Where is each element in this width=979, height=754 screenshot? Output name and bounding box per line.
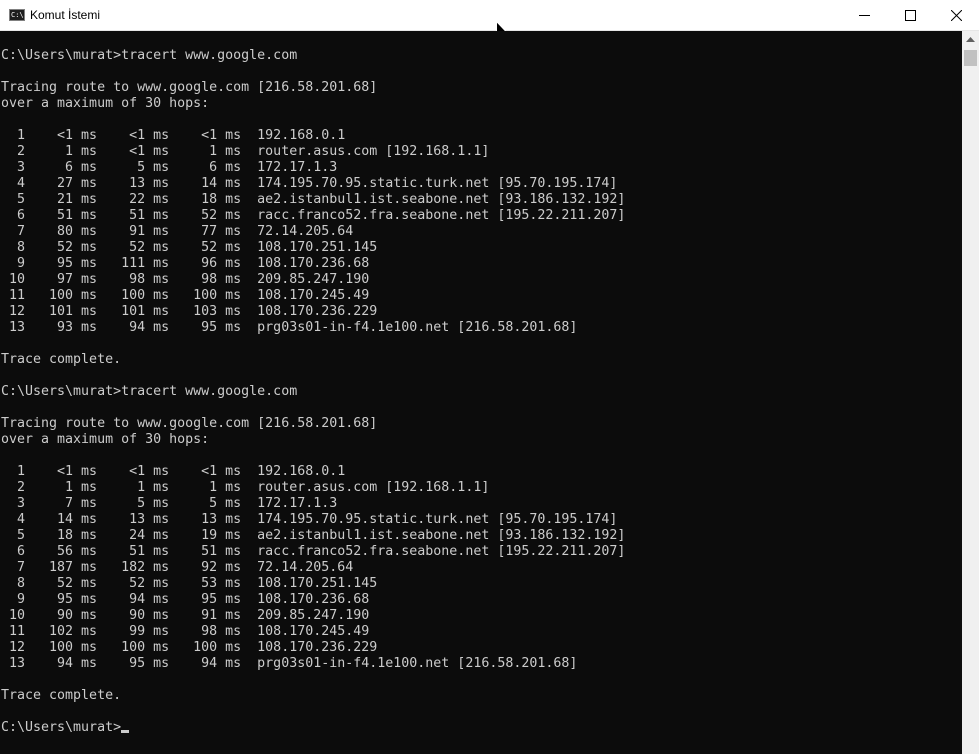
console-line: 5 21 ms 22 ms 18 ms ae2.istanbul1.ist.se… xyxy=(1,192,626,207)
console-line: 5 18 ms 24 ms 19 ms ae2.istanbul1.ist.se… xyxy=(1,528,626,543)
console-line: 4 27 ms 13 ms 14 ms 174.195.70.95.static… xyxy=(1,176,618,191)
console-text: C:\Users\murat>tracert www.google.com Tr… xyxy=(1,48,625,736)
console-line: 7 187 ms 182 ms 92 ms 72.14.205.64 xyxy=(1,560,354,575)
window-title: Komut İstemi xyxy=(30,8,101,22)
console-line: 12 100 ms 100 ms 100 ms 108.170.236.229 xyxy=(1,640,378,655)
console-line: 1 <1 ms <1 ms <1 ms 192.168.0.1 xyxy=(1,464,346,479)
console-line: over a maximum of 30 hops: xyxy=(1,432,210,447)
console-line: 6 51 ms 51 ms 52 ms racc.franco52.fra.se… xyxy=(1,208,626,223)
title-bar[interactable]: C:\. Komut İstemi xyxy=(0,0,979,40)
console-line: 13 93 ms 94 ms 95 ms prg03s01-in-f4.1e10… xyxy=(1,320,578,335)
console-line: Tracing route to www.google.com [216.58.… xyxy=(1,416,378,431)
console-line: 8 52 ms 52 ms 52 ms 108.170.251.145 xyxy=(1,240,378,255)
console-line: 1 <1 ms <1 ms <1 ms 192.168.0.1 xyxy=(1,128,346,143)
console-line: 4 14 ms 13 ms 13 ms 174.195.70.95.static… xyxy=(1,512,618,527)
console-line: 10 90 ms 90 ms 91 ms 209.85.247.190 xyxy=(1,608,370,623)
console-line: 8 52 ms 52 ms 53 ms 108.170.251.145 xyxy=(1,576,378,591)
console-line: 2 1 ms <1 ms 1 ms router.asus.com [192.1… xyxy=(1,144,490,159)
vertical-scrollbar[interactable] xyxy=(962,31,979,754)
close-icon xyxy=(951,10,962,21)
scroll-up-button[interactable] xyxy=(962,31,979,48)
text-caret xyxy=(121,730,130,733)
console-line: 11 100 ms 100 ms 100 ms 108.170.245.49 xyxy=(1,288,370,303)
current-prompt: C:\Users\murat> xyxy=(1,720,122,735)
console-line: 9 95 ms 111 ms 96 ms 108.170.236.68 xyxy=(1,256,370,271)
console-line: over a maximum of 30 hops: xyxy=(1,96,210,111)
console-line: Trace complete. xyxy=(1,688,122,703)
close-button[interactable] xyxy=(933,0,979,31)
console-line: 7 80 ms 91 ms 77 ms 72.14.205.64 xyxy=(1,224,354,239)
console-output-lines: C:\Users\murat>tracert www.google.com Tr… xyxy=(1,48,625,703)
scrollbar-thumb[interactable] xyxy=(964,50,977,66)
console-line: 6 56 ms 51 ms 51 ms racc.franco52.fra.se… xyxy=(1,544,626,559)
minimize-icon xyxy=(859,15,870,16)
console-line: 10 97 ms 98 ms 98 ms 209.85.247.190 xyxy=(1,272,370,287)
console-line: Trace complete. xyxy=(1,352,122,367)
scroll-up-arrow-icon xyxy=(966,37,975,42)
console-line: C:\Users\murat>tracert www.google.com xyxy=(1,384,298,399)
console-line: 3 7 ms 5 ms 5 ms 172.17.1.3 xyxy=(1,496,338,511)
console-line: 12 101 ms 101 ms 103 ms 108.170.236.229 xyxy=(1,304,378,319)
console-line: 9 95 ms 94 ms 95 ms 108.170.236.68 xyxy=(1,592,370,607)
minimize-button[interactable] xyxy=(841,0,887,31)
console-line: 11 102 ms 99 ms 98 ms 108.170.245.49 xyxy=(1,624,370,639)
cmd-app-icon[interactable]: C:\. xyxy=(9,9,28,21)
command-prompt-window: C:\. Komut İstemi C:\Users\murat>tracert… xyxy=(0,0,979,754)
console-line: 13 94 ms 95 ms 94 ms prg03s01-in-f4.1e10… xyxy=(1,656,578,671)
console-line: C:\Users\murat>tracert www.google.com xyxy=(1,48,298,63)
maximize-icon xyxy=(905,10,916,21)
console-output-area[interactable]: C:\Users\murat>tracert www.google.com Tr… xyxy=(0,31,962,754)
maximize-button[interactable] xyxy=(887,0,933,31)
console-line: 2 1 ms 1 ms 1 ms router.asus.com [192.16… xyxy=(1,480,490,495)
cmd-app-icon-glyph: C:\. xyxy=(11,11,28,19)
console-line: Tracing route to www.google.com [216.58.… xyxy=(1,80,378,95)
console-line: 3 6 ms 5 ms 6 ms 172.17.1.3 xyxy=(1,160,338,175)
